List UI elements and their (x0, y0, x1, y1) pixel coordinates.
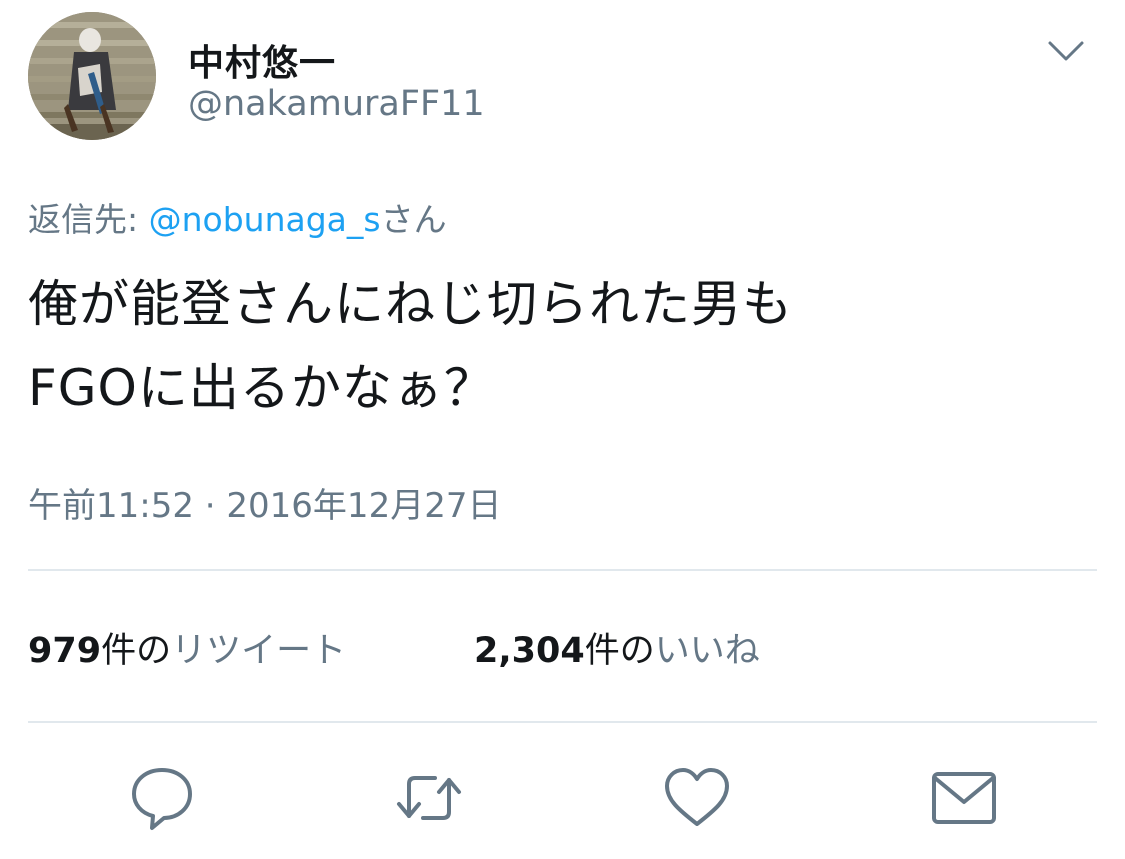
reply-mention-link[interactable]: @nobunaga_s (149, 200, 381, 239)
tweet-text: 俺が能登さんにねじ切られた男も FGOに出るかなぁ？ (28, 262, 1098, 430)
user-handle[interactable]: @nakamuraFF11 (188, 84, 485, 124)
tweet-header: 中村悠一 @nakamuraFF11 (28, 12, 1098, 142)
retweet-label: リツイート (171, 631, 347, 671)
like-count-link[interactable]: 2,304件のいいね (474, 622, 760, 673)
display-name[interactable]: 中村悠一 (188, 34, 336, 86)
retweet-count-suffix: 件の (101, 631, 172, 671)
retweet-count: 979 (28, 631, 102, 671)
reply-prefix: 返信先: (28, 200, 149, 239)
tweet-actions (0, 758, 1125, 838)
chevron-down-icon[interactable] (1042, 26, 1090, 74)
reply-suffix: さん (380, 200, 447, 239)
divider (28, 721, 1097, 723)
reply-icon[interactable] (122, 758, 202, 838)
tweet-text-line: FGOに出るかなぁ？ (28, 359, 495, 417)
tweet-text-line: 俺が能登さんにねじ切られた男も (28, 275, 793, 333)
like-count: 2,304 (474, 631, 585, 671)
avatar-image (28, 12, 156, 140)
divider (28, 569, 1097, 571)
reply-to-line: 返信先: @nobunaga_sさん (28, 193, 447, 241)
retweet-icon[interactable] (389, 758, 469, 838)
retweet-count-link[interactable]: 979件のリツイート (28, 622, 346, 673)
share-mail-icon[interactable] (924, 758, 1004, 838)
avatar[interactable] (28, 12, 156, 140)
like-count-suffix: 件の (584, 631, 655, 671)
tweet-timestamp[interactable]: 午前11:52 · 2016年12月27日 (28, 478, 501, 527)
like-label: いいね (654, 631, 760, 671)
like-icon[interactable] (657, 758, 737, 838)
